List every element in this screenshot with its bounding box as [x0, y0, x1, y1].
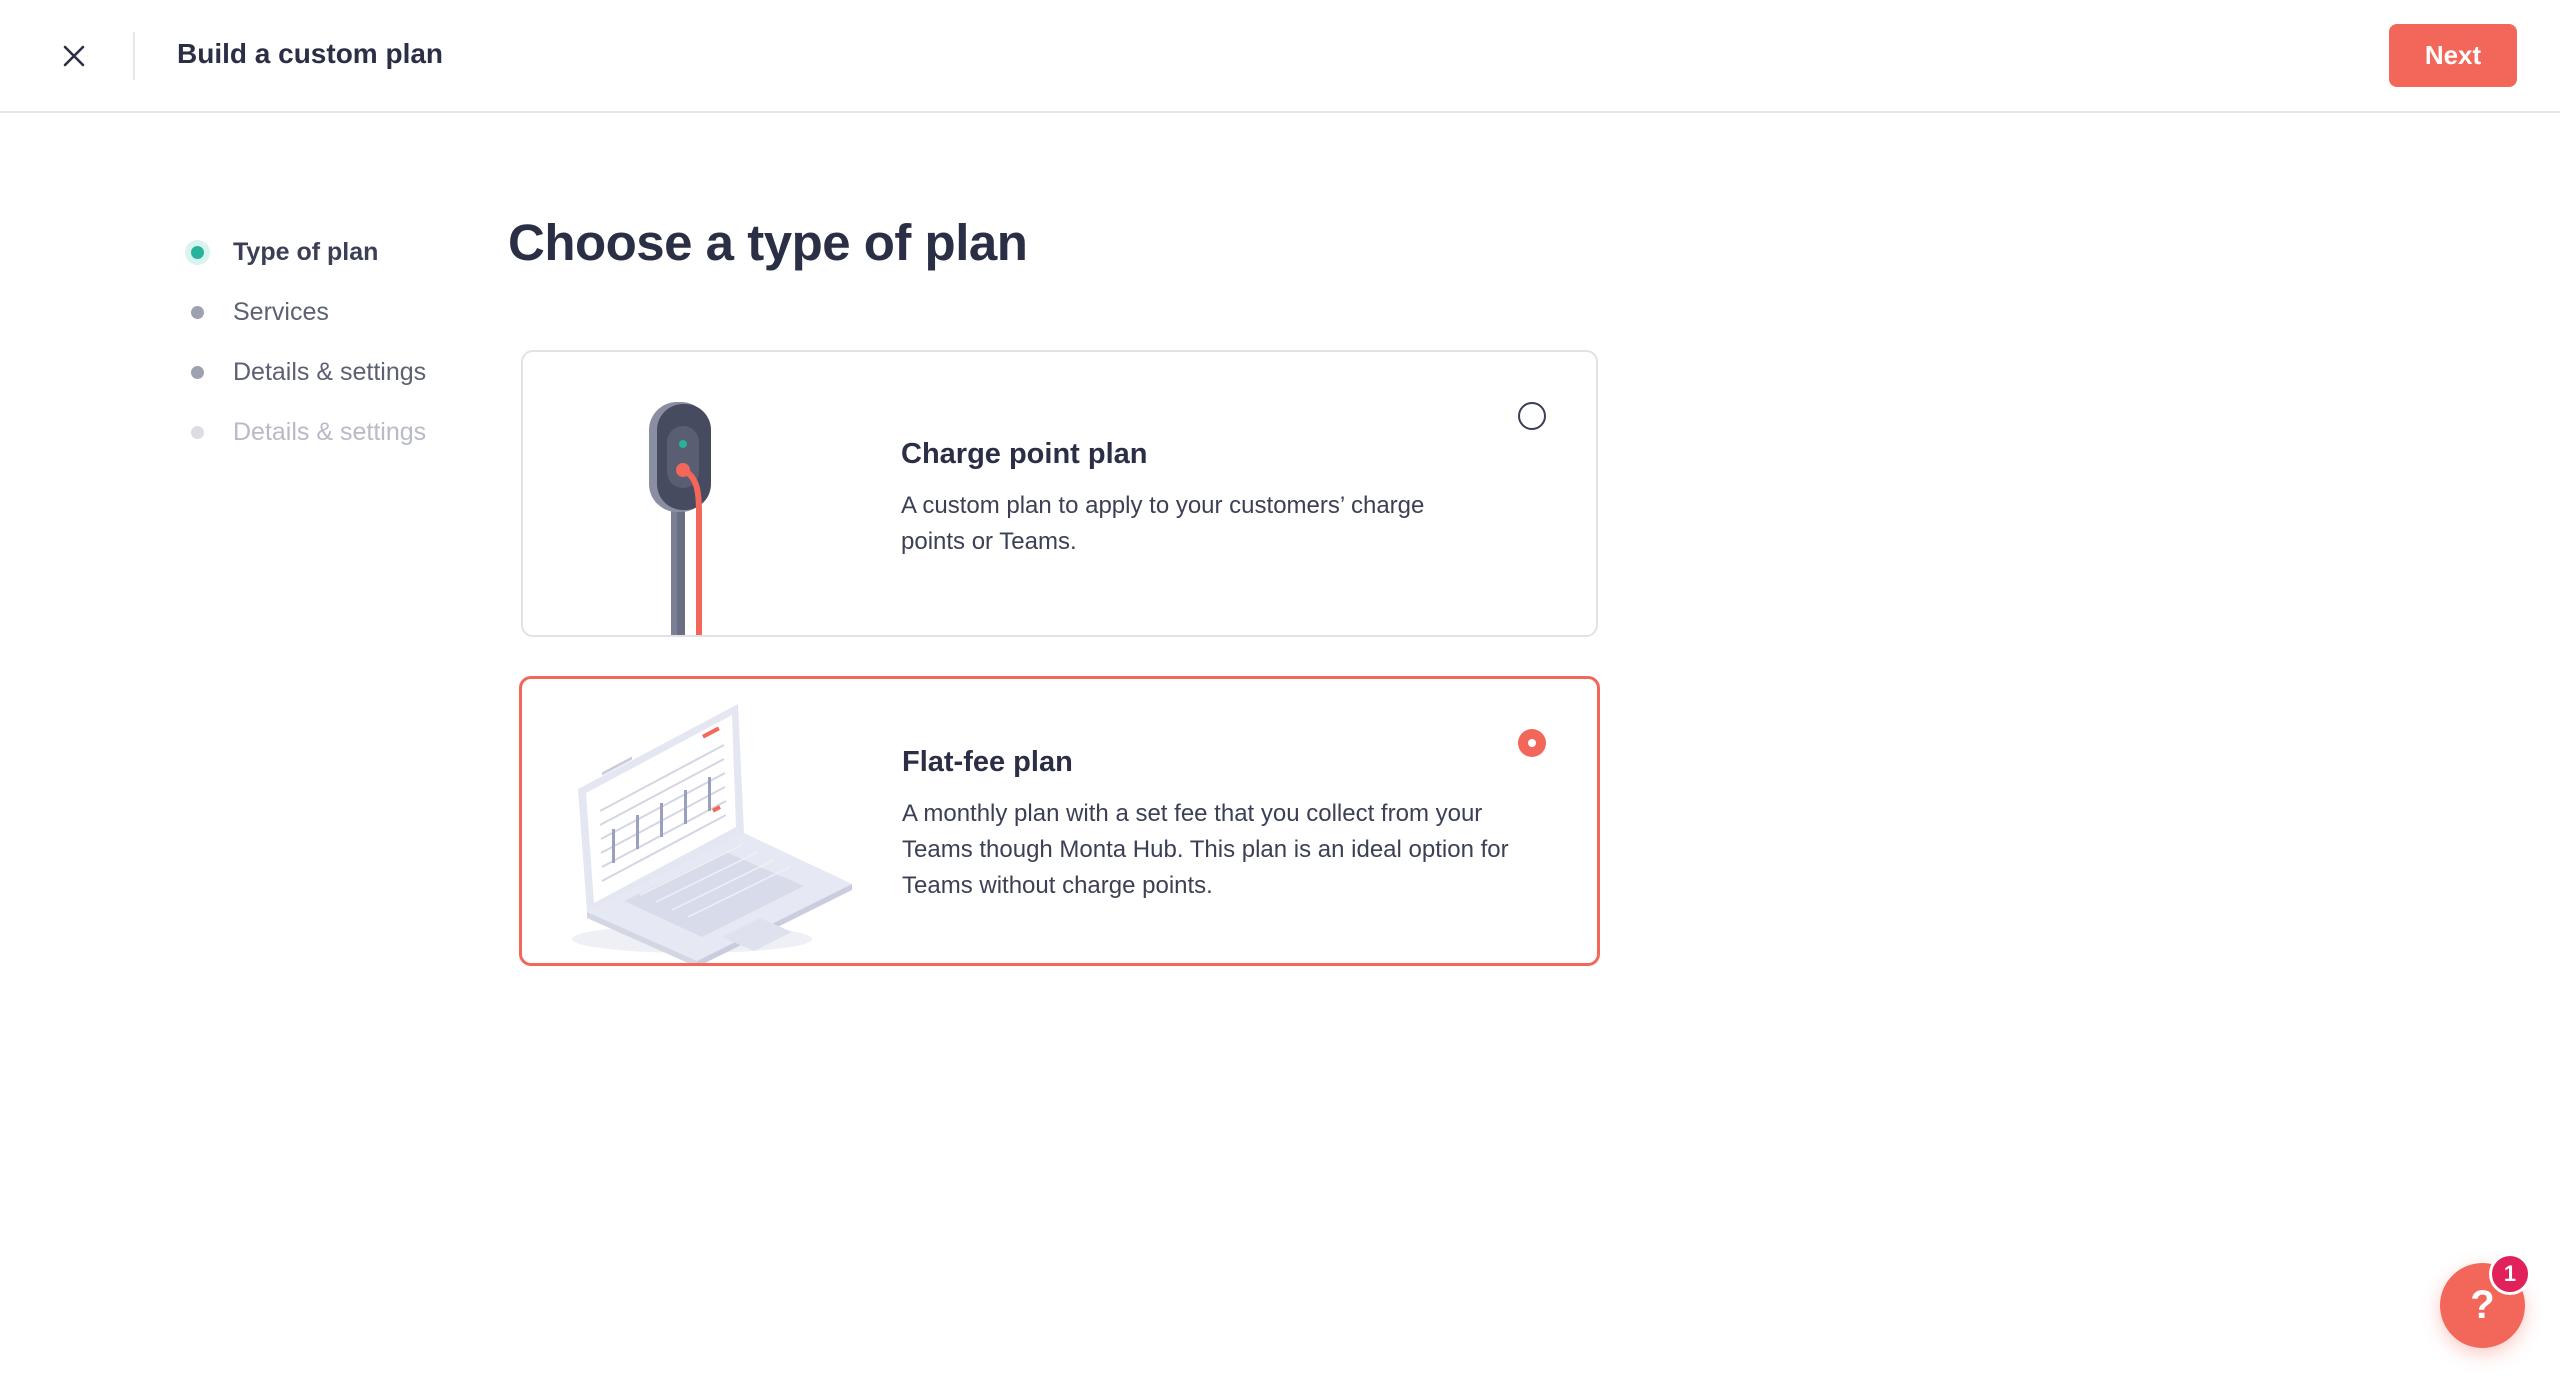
next-button[interactable]: Next	[2389, 24, 2517, 87]
charger-illustration	[553, 352, 853, 635]
top-bar: Build a custom plan Next	[0, 0, 2560, 113]
step-services[interactable]: Services	[183, 282, 426, 342]
step-label: Type of plan	[233, 237, 379, 266]
progress-stepper: Type of plan Services Details & settings…	[183, 222, 426, 462]
close-icon	[63, 45, 85, 67]
step-dot	[191, 306, 204, 319]
step-label: Details & settings	[233, 357, 427, 386]
plan-title: Flat-fee plan	[902, 746, 1073, 778]
step-label: Details & settings	[233, 417, 427, 446]
notification-badge: 1	[2489, 1253, 2531, 1295]
close-button[interactable]	[52, 36, 96, 76]
plan-description: A custom plan to apply to your customers…	[901, 492, 1425, 555]
question-icon: ?	[2470, 1283, 2495, 1327]
step-label: Services	[233, 297, 329, 326]
step-details-settings-next: Details & settings	[183, 402, 426, 462]
step-details-settings[interactable]: Details & settings	[183, 342, 426, 402]
plan-title: Charge point plan	[901, 438, 1148, 470]
plan-description: A monthly plan with a set fee that you c…	[902, 800, 1509, 899]
step-dot	[191, 246, 204, 259]
page-title: Choose a type of plan	[508, 214, 1028, 271]
plan-card-flat-fee[interactable]: Flat-fee plan A monthly plan with a set …	[519, 676, 1600, 966]
plan-card-charge-point[interactable]: Charge point plan A custom plan to apply…	[521, 350, 1598, 637]
step-type-of-plan[interactable]: Type of plan	[183, 222, 426, 282]
plan-radio[interactable]	[1518, 402, 1546, 430]
laptop-illustration	[552, 679, 852, 963]
step-dot	[191, 426, 204, 439]
page-header-title: Build a custom plan	[177, 38, 444, 69]
plan-radio-selected[interactable]	[1518, 729, 1546, 757]
header-divider	[133, 32, 135, 80]
step-dot	[191, 366, 204, 379]
